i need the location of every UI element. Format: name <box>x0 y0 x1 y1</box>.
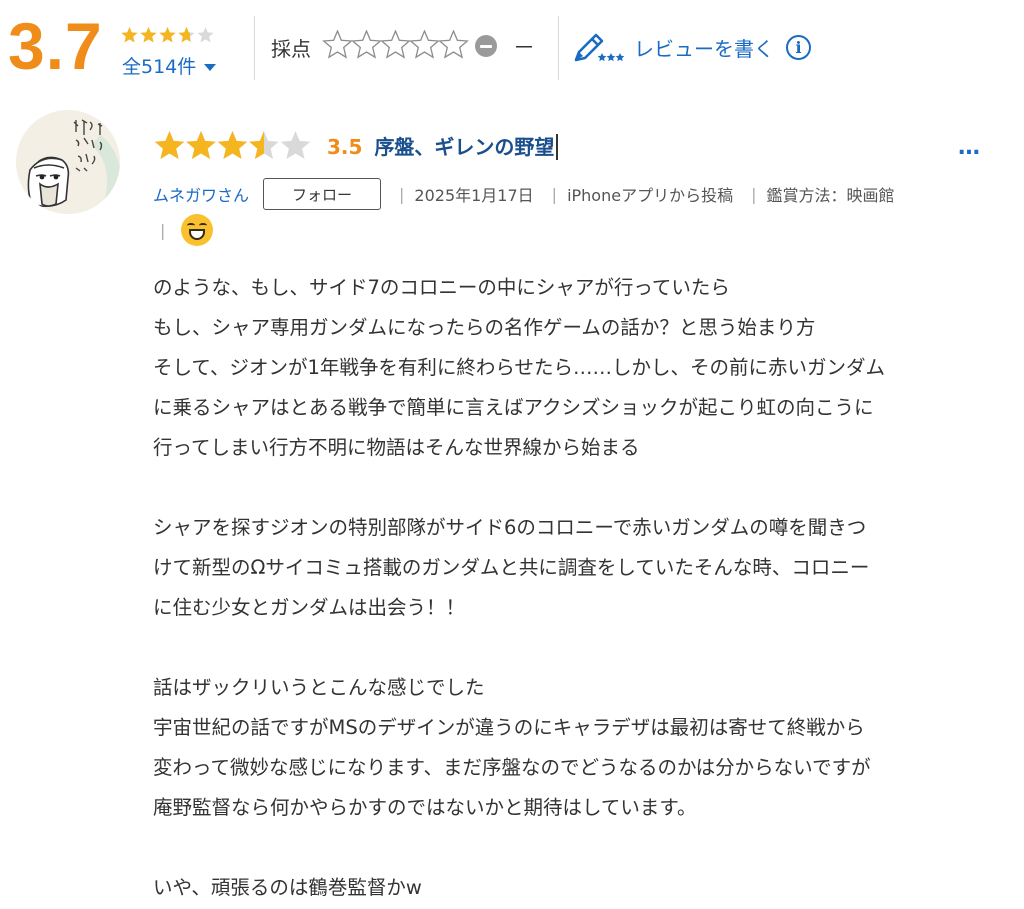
review-body-line: けて新型のΩサイコミュ搭載のガンダムと共に調査をしていたそんな時、コロニー <box>153 556 870 579</box>
write-review-label: レビューを書く <box>634 36 774 61</box>
average-score: 3.7 <box>8 9 103 83</box>
pen-stars-icon <box>574 33 625 62</box>
star-option-1 <box>322 30 353 59</box>
star-filled <box>186 131 216 160</box>
review-body-line: いや、頑張るのは鶴巻監督かw <box>153 876 422 899</box>
review-header: 3.5 序盤、ギレンの野望 <box>153 130 559 164</box>
star-option-3 <box>380 30 411 59</box>
review-body-line: 話はザックリいうとこんな感じでした <box>153 676 485 699</box>
reviewer-name[interactable]: ムネガワさん <box>153 182 249 206</box>
avatar[interactable] <box>16 110 120 214</box>
separator: | <box>751 184 757 204</box>
more-options-icon[interactable]: … <box>958 135 981 160</box>
posted-from: iPhoneアプリから投稿 <box>567 186 734 205</box>
star-filled <box>140 27 157 43</box>
star-filled <box>154 131 185 160</box>
review-body-line: に住む少女とガンダムは出会う！！ <box>153 596 466 619</box>
scoring-label: 採点 <box>271 37 311 61</box>
divider <box>254 16 255 80</box>
review-date: 2025年1月17日 <box>414 186 534 205</box>
separator: | <box>160 220 166 240</box>
review-body-line: シャアを探すジオンの特別部隊がサイド6のコロニーで赤いガンダムの噂を聞きつ <box>153 516 867 539</box>
clear-score-icon[interactable] <box>475 35 497 57</box>
review-score: 3.5 <box>327 135 363 159</box>
review-body-line: 行ってしまい行方不明に物語はそんな世界線から始まる <box>153 436 640 459</box>
review-body-line: もし、シャア専用ガンダムになったらの名作ゲームの話か？と思う始まり方 <box>153 316 816 339</box>
separator: | <box>399 184 405 204</box>
star-empty <box>280 131 311 160</box>
current-score: － <box>513 36 536 61</box>
info-icon[interactable]: i <box>786 34 811 60</box>
chevron-down-icon <box>204 63 217 71</box>
star-filled <box>159 27 176 43</box>
review-count-dropdown[interactable]: 全514件 <box>122 52 217 79</box>
review-body-line: 変わって微妙な感じになります、まだ序盤なのでどうなるのかは分からないですが <box>153 756 871 779</box>
review-body-line: のような、もし、サイド7のコロニーの中にシャアが行っていたら <box>153 276 730 299</box>
star-option-4 <box>409 30 440 59</box>
review-body-line: 庵野監督なら何かやらかすのではないかと期待はしています。 <box>153 796 697 819</box>
review-rating-stars <box>154 131 311 160</box>
score-input-stars[interactable] <box>322 30 472 64</box>
follow-button[interactable]: フォロー <box>263 178 382 210</box>
write-review-button[interactable]: レビューを書く i <box>572 30 811 64</box>
review-body-line: そして、ジオンが1年戦争を有利に終わらせたら……しかし、その前に赤いガンダム <box>153 356 885 379</box>
star-option-5 <box>438 30 469 59</box>
review-count-label: 全514件 <box>122 56 197 78</box>
avatar-illustration <box>16 110 120 214</box>
review-meta: ムネガワさん フォロー | 2025年1月17日 | iPhoneアプリから投稿… <box>153 178 894 210</box>
grinning-face-emoji-icon <box>181 214 214 246</box>
review-reactions: | <box>160 214 214 246</box>
viewing-method: 鑑賞方法：映画館 <box>766 186 895 205</box>
rating-summary-bar: 3.7 全514件 採点 － レビューを書く i <box>0 0 1024 96</box>
separator: | <box>551 184 558 204</box>
star-filled <box>217 131 248 160</box>
average-rating-stars <box>121 27 214 43</box>
star-filled <box>121 27 138 43</box>
review-body: のような、もし、サイド7のコロニーの中にシャアが行っていたらもし、シャア専用ガン… <box>153 268 993 908</box>
review-body-line: に乗るシャアはとある戦争で簡単に言えばアクシズショックが起こり虹の向こうに <box>153 396 874 419</box>
review-title[interactable]: 序盤、ギレンの野望 <box>374 134 559 160</box>
star-option-2 <box>351 30 382 59</box>
divider <box>558 16 559 80</box>
review-body-line: 宇宙世紀の話ですがMSのデザインが違うのにキャラデザは最初は寄せて終戦から <box>153 716 865 739</box>
star-empty <box>197 27 214 43</box>
